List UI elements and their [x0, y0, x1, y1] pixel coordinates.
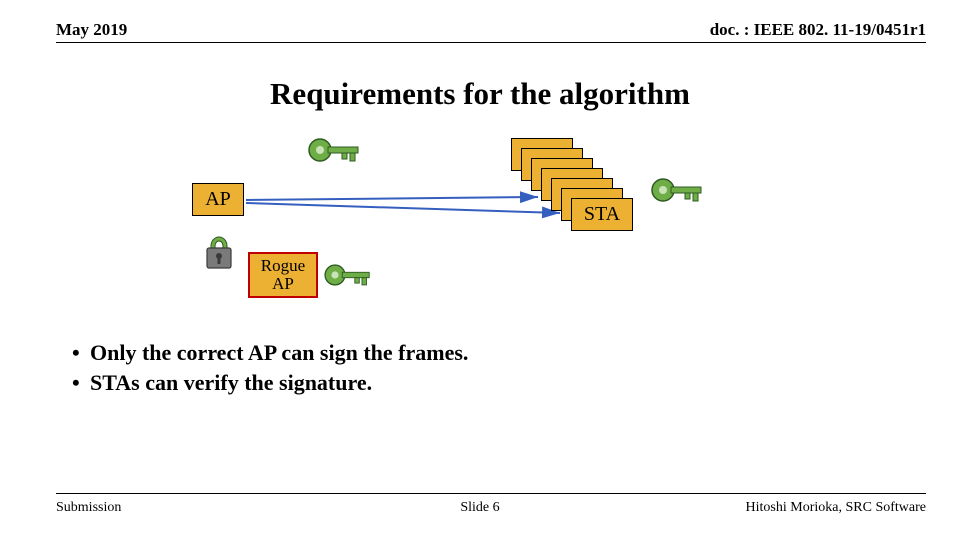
arrow-ap-to-sta-1: [246, 197, 538, 200]
bullet-list: •Only the correct AP can sign the frames…: [72, 338, 468, 397]
bullet-item: •STAs can verify the signature.: [72, 368, 468, 398]
slide-page: May 2019 doc. : IEEE 802. 11-19/0451r1 R…: [0, 0, 960, 540]
arrow-ap-to-sta-2: [246, 203, 560, 213]
sta-box-front: STA: [571, 198, 633, 231]
key-icon-sta: [652, 179, 701, 201]
rogue-ap-box: Rogue AP: [248, 252, 318, 298]
key-icon-rogue: [325, 265, 369, 285]
key-icon-ap: [309, 139, 358, 161]
bullet-dot-icon: •: [72, 338, 90, 368]
rogue-ap-label: Rogue AP: [261, 256, 305, 293]
bullet-text: STAs can verify the signature.: [90, 370, 372, 395]
lock-icon: [207, 237, 231, 268]
ap-box: AP: [192, 183, 244, 216]
footer-right: Hitoshi Morioka, SRC Software: [746, 500, 926, 516]
bullet-dot-icon: •: [72, 368, 90, 398]
bullet-item: •Only the correct AP can sign the frames…: [72, 338, 468, 368]
bullet-text: Only the correct AP can sign the frames.: [90, 340, 468, 365]
sta-label: STA: [584, 203, 620, 225]
ap-label: AP: [205, 188, 231, 210]
footer-divider: [56, 493, 926, 494]
diagram-svg-layer: [0, 0, 960, 540]
